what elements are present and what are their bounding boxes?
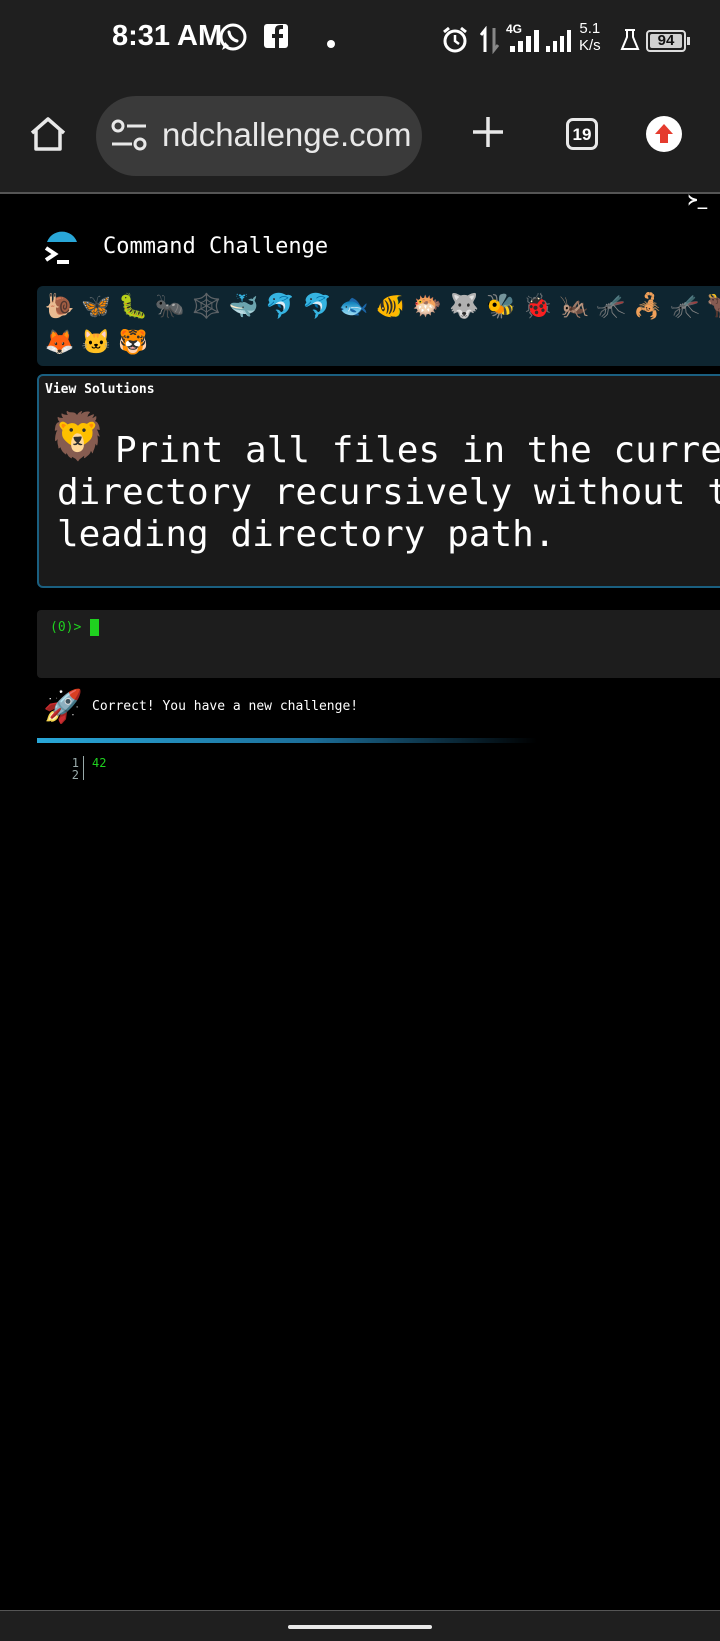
status-bar: 8:31 AM 4G 5.1 K/s 94: [0, 0, 720, 82]
achievement-emoji[interactable]: 🦂: [630, 288, 667, 324]
gesture-handle[interactable]: [288, 1625, 432, 1629]
achievement-emoji[interactable]: 🐝: [483, 288, 520, 324]
progress-bar: [37, 738, 537, 743]
terminal-cursor: [90, 619, 99, 636]
line-number: 2: [71, 768, 79, 782]
system-nav-bar: [0, 1610, 720, 1641]
achievements-strip: 🐌🦋🐛🐜🕸️🐳🐬🐬🐟🐠🐡🐺🐝🐞🦗🦟🦂🦟🐂 🦊🐱🐯: [37, 286, 720, 366]
view-solutions-link[interactable]: View Solutions: [45, 382, 155, 397]
site-title[interactable]: Command Challenge: [103, 234, 328, 259]
web-page: ≻_ Command Challenge 🐌 🦋 🐛 🐜 🕸️ 🐳 🐬 🐬 🐟 🐠 🐡 🐺 🐝 🐞 🦗 🦟 🦂 🦟…: [0, 194, 720, 1610]
whatsapp-icon: [218, 22, 248, 56]
command-input[interactable]: (0)>: [37, 610, 720, 678]
achievement-emoji[interactable]: 🐳: [225, 288, 262, 324]
browser-toolbar: ndchallenge.com 19: [0, 82, 720, 194]
achievement-emoji[interactable]: 🐜: [151, 288, 188, 324]
achievement-emoji[interactable]: 🐬: [299, 288, 336, 324]
achievement-emoji[interactable]: 🐺: [446, 288, 483, 324]
flask-icon: [620, 28, 640, 56]
net-speed: 5.1 K/s: [579, 20, 601, 54]
battery-level: 94: [657, 32, 675, 49]
terminal-prompt: (0)>: [50, 620, 82, 635]
achievement-emoji[interactable]: 🦟: [667, 288, 704, 324]
achievement-emoji[interactable]: 🐡: [409, 288, 446, 324]
battery-icon: 94: [646, 30, 690, 52]
new-tab-icon[interactable]: [470, 114, 506, 154]
status-time: 8:31 AM: [112, 20, 223, 52]
signal-icon: [546, 30, 574, 56]
achievement-emoji[interactable]: 🦟: [593, 288, 630, 324]
achievement-emoji[interactable]: 🦊: [41, 324, 78, 360]
line-content: 42: [92, 756, 107, 770]
corner-prompt[interactable]: ≻_: [688, 194, 707, 209]
site-settings-icon[interactable]: [110, 118, 150, 158]
achievement-emoji[interactable]: 🐯: [115, 324, 152, 360]
achievements-row: 🐌🦋🐛🐜🕸️🐳🐬🐬🐟🐠🐡🐺🐝🐞🦗🦟🦂🦟🐂: [41, 288, 720, 324]
dot-icon: [326, 34, 336, 53]
achievement-emoji[interactable]: 🐛: [115, 288, 152, 324]
achievement-emoji[interactable]: 🐌: [41, 288, 78, 324]
achievement-emoji[interactable]: 🦗: [556, 288, 593, 324]
url-text[interactable]: ndchallenge.com: [162, 116, 412, 154]
achievement-emoji[interactable]: 🐠: [372, 288, 409, 324]
achievement-emoji[interactable]: 🦋: [78, 288, 115, 324]
alarm-icon: [440, 25, 470, 59]
rocket-icon: 🚀: [43, 687, 83, 725]
home-icon[interactable]: [28, 114, 68, 158]
achievement-emoji[interactable]: 🐟: [335, 288, 372, 324]
achievements-row: 🦊 🐱 🐯: [41, 324, 151, 360]
challenge-box: View Solutions 🦁 Print all files in the …: [37, 374, 720, 588]
address-bar[interactable]: ndchallenge.com: [96, 96, 422, 176]
achievement-emoji[interactable]: 🐂: [703, 288, 720, 324]
achievement-emoji[interactable]: 🕸️: [188, 288, 225, 324]
update-icon[interactable]: [646, 116, 682, 152]
tab-switcher-icon[interactable]: 19: [566, 118, 598, 150]
site-logo[interactable]: [40, 228, 84, 272]
achievement-emoji[interactable]: 🐬: [262, 288, 299, 324]
facebook-icon: [262, 22, 290, 54]
result-text: Correct! You have a new challenge!: [92, 699, 359, 714]
challenge-description: Print all files in the current directory…: [57, 430, 720, 555]
result-message: 🚀 Correct! You have a new challenge!: [37, 688, 720, 728]
data-arrows-icon: [479, 25, 500, 58]
achievement-emoji[interactable]: 🐱: [78, 324, 115, 360]
signal-icon: [510, 30, 544, 56]
achievement-emoji[interactable]: 🐞: [519, 288, 556, 324]
